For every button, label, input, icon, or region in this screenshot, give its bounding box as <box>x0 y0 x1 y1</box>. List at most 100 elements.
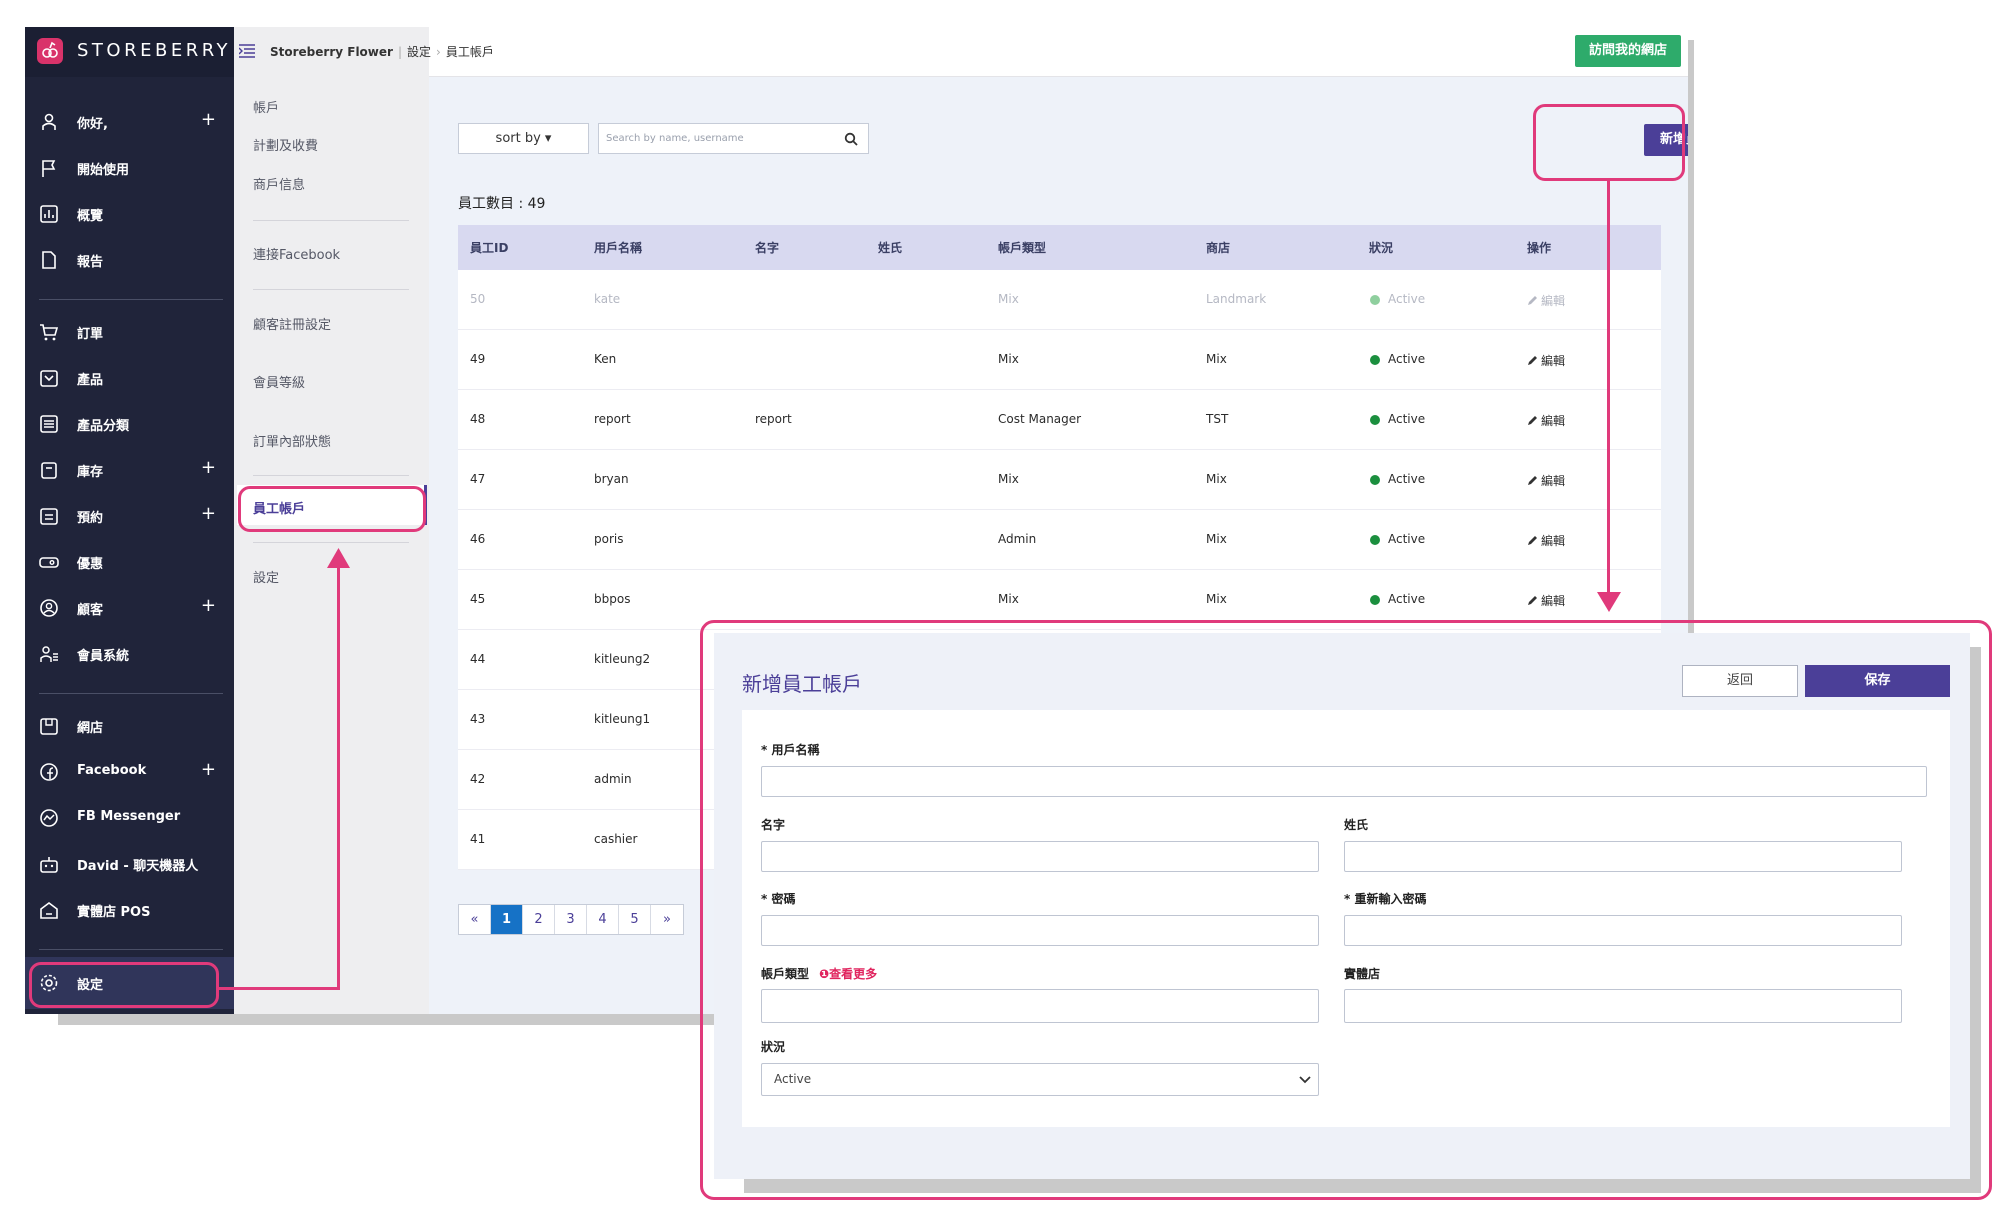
calendar-icon <box>40 508 58 525</box>
edit-link[interactable]: 編輯 <box>1527 352 1565 369</box>
subnav-item-plans[interactable]: 計劃及收費 <box>253 135 318 154</box>
cell-store: Landmark <box>1206 292 1267 306</box>
status-dot-icon <box>1370 415 1380 425</box>
nav-label: 概覽 <box>77 209 104 224</box>
nav-label: 訂單 <box>77 327 104 342</box>
edit-link[interactable]: 編輯 <box>1527 472 1565 489</box>
store-icon <box>40 718 58 735</box>
nav-item-fb-messenger[interactable]: FB Messenger <box>25 799 234 837</box>
cell-username: kate <box>594 292 621 306</box>
collapse-menu-icon[interactable] <box>239 44 255 58</box>
column-header: 帳戶類型 <box>998 241 1047 255</box>
page-button[interactable]: 3 <box>555 905 587 934</box>
nav-item-products[interactable]: 產品 <box>25 359 234 397</box>
expand-plus-icon[interactable]: + <box>201 503 216 524</box>
nav-item-membership[interactable]: 會員系統 <box>25 635 234 673</box>
subnav-item-merchant-info[interactable]: 商戶信息 <box>253 174 305 193</box>
nav-item-inventory[interactable]: 庫存 + <box>25 451 234 489</box>
subnav-divider <box>253 542 409 543</box>
column-header: 名字 <box>755 241 780 255</box>
cell-store: Mix <box>1206 472 1227 486</box>
table-row: 50 kate Mix Landmark Active 編輯 <box>458 270 1661 330</box>
cell-username: cashier <box>594 832 638 846</box>
expand-plus-icon[interactable]: + <box>201 457 216 478</box>
nav-item-reports[interactable]: 報告 <box>25 241 234 279</box>
nav-item-pos[interactable]: 實體店 POS <box>25 891 234 929</box>
table-row: 49 Ken Mix Mix Active 編輯 <box>458 330 1661 390</box>
nav-item-overview[interactable]: 概覽 <box>25 195 234 233</box>
edit-label: 編輯 <box>1541 354 1566 368</box>
subnav-item-customer-registration[interactable]: 顧客註冊設定 <box>253 314 331 333</box>
nav-item-promotions[interactable]: 優惠 <box>25 543 234 581</box>
top-bar <box>429 27 1688 77</box>
subnav-item-settings[interactable]: 設定 <box>253 567 279 586</box>
table-row: 48 report report Cost Manager TST Active 編輯 <box>458 390 1661 450</box>
cell-username: kitleung2 <box>594 652 651 666</box>
table-row: 47 bryan Mix Mix Active 編輯 <box>458 450 1661 510</box>
nav-item-orders[interactable]: 訂單 <box>25 313 234 351</box>
page-button[interactable]: 5 <box>619 905 651 934</box>
cell-username: admin <box>594 772 632 786</box>
prev-page-button[interactable]: « <box>459 905 491 934</box>
staff-count: 員工數目 : 49 <box>458 196 546 212</box>
storeberry-logo-icon <box>37 38 63 64</box>
expand-plus-icon[interactable]: + <box>201 595 216 616</box>
edit-link[interactable]: 編輯 <box>1527 292 1565 309</box>
nav-item-chatbot[interactable]: David - 聊天機器人 <box>25 845 234 883</box>
nav-item-get-started[interactable]: 開始使用 <box>25 149 234 187</box>
edit-link[interactable]: 編輯 <box>1527 592 1565 609</box>
subnav-item-connect-facebook[interactable]: 連接Facebook <box>253 244 340 263</box>
page-button[interactable]: 4 <box>587 905 619 934</box>
breadcrumb-shop[interactable]: Storeberry Flower <box>270 45 393 59</box>
subnav-item-account[interactable]: 帳戶 <box>253 97 279 116</box>
cell-id: 44 <box>470 652 486 666</box>
cell-id: 47 <box>470 472 486 486</box>
messenger-icon <box>40 809 58 827</box>
edit-link[interactable]: 編輯 <box>1527 532 1565 549</box>
cell-username: kitleung1 <box>594 712 651 726</box>
status-dot-icon <box>1370 355 1380 365</box>
highlight-modal <box>700 620 1992 1200</box>
subnav-item-order-status[interactable]: 訂單內部狀態 <box>253 431 331 450</box>
nav-label: 開始使用 <box>77 163 130 178</box>
highlight-add-button <box>1533 104 1685 181</box>
logo-row: STOREBERRY <box>25 27 234 77</box>
breadcrumb-current: 員工帳戶 <box>445 45 494 59</box>
cell-id: 42 <box>470 772 486 786</box>
edit-label: 編輯 <box>1541 474 1566 488</box>
search-icon[interactable] <box>844 132 858 146</box>
brand-name: STOREBERRY <box>77 40 232 61</box>
edit-label: 編輯 <box>1541 294 1566 308</box>
search-input[interactable]: Search by name, username <box>598 123 869 154</box>
nav-item-eshop[interactable]: 網店 <box>25 707 234 745</box>
pencil-icon <box>1528 416 1537 425</box>
page-button[interactable]: 1 <box>491 905 523 934</box>
status-dot-icon <box>1370 295 1380 305</box>
sort-by-dropdown[interactable]: sort by ▾ <box>458 123 589 154</box>
page-button[interactable]: 2 <box>523 905 555 934</box>
edit-label: 編輯 <box>1541 534 1566 548</box>
cell-username: report <box>594 412 631 426</box>
edit-link[interactable]: 編輯 <box>1527 412 1565 429</box>
nav-item-booking[interactable]: 預約 + <box>25 497 234 535</box>
nav-item-hello[interactable]: 你好, + <box>25 103 234 141</box>
visit-shop-button[interactable]: 訪問我的網店 <box>1575 35 1681 67</box>
nav-item-categories[interactable]: 產品分類 <box>25 405 234 443</box>
nav-label: 實體店 POS <box>77 905 151 920</box>
expand-plus-icon[interactable]: + <box>201 759 216 780</box>
cell-store: Mix <box>1206 532 1227 546</box>
column-header: 姓氏 <box>878 241 903 255</box>
expand-plus-icon[interactable]: + <box>201 109 216 130</box>
nav-label: 產品分類 <box>77 419 130 434</box>
nav-label: 你好, <box>77 117 108 132</box>
cell-id: 41 <box>470 832 486 846</box>
subnav-item-member-levels[interactable]: 會員等級 <box>253 372 305 391</box>
breadcrumb-settings[interactable]: 設定 <box>407 45 431 59</box>
ticket-icon <box>39 557 59 568</box>
cell-status: Active <box>1388 532 1426 546</box>
nav-item-customers[interactable]: 顧客 + <box>25 589 234 627</box>
column-header: 員工ID <box>470 241 509 255</box>
next-page-button[interactable]: » <box>651 905 683 934</box>
nav-item-facebook[interactable]: Facebook + <box>25 753 234 791</box>
edit-label: 編輯 <box>1541 594 1566 608</box>
